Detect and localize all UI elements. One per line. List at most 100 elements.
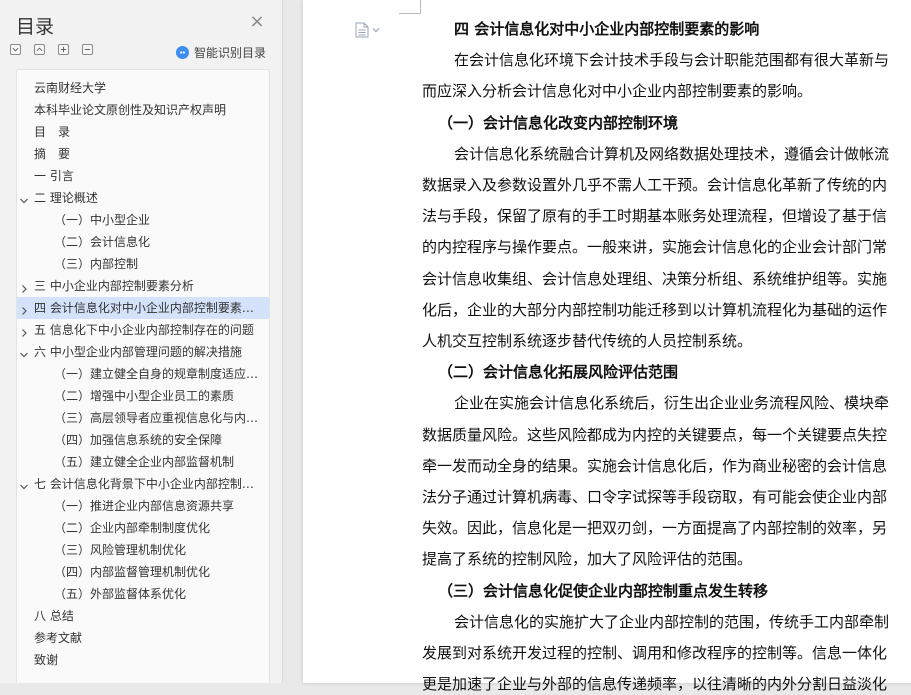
- paragraph-line: 更是加速了企业与外部的信息传递频率，以往清晰的内外分割日益淡化: [422, 675, 888, 694]
- doc-menu-button[interactable]: [355, 22, 380, 38]
- toc-item-label: （一）建立健全自身的规章制度适应信息化: [54, 367, 260, 381]
- smart-toc-label: 智能识别目录: [194, 45, 267, 60]
- toc-item-label: 四 会计信息化对中小企业内部控制要素的影响: [34, 301, 262, 315]
- paragraph-line: 会计信息收集组、会计信息处理组、决策分析组、系统维护组等。实施: [422, 269, 888, 288]
- toc-item-label: 六 中小型企业内部管理问题的解决措施: [34, 345, 242, 359]
- document-page: 四 会计信息化对中小企业内部控制要素的影响在会计信息化环境下会计技术手段与会计职…: [303, 0, 911, 693]
- chevron-down-icon[interactable]: [18, 192, 30, 204]
- expand-all-icon[interactable]: [10, 44, 21, 55]
- smart-toc-button[interactable]: 智能识别目录: [176, 43, 266, 61]
- toc-item-label: 八 总结: [34, 609, 74, 623]
- toc-item[interactable]: 目 录: [17, 121, 269, 143]
- toc-item[interactable]: （一）建立健全自身的规章制度适应信息化: [17, 363, 269, 385]
- toc-item-label: 云南财经大学: [34, 81, 107, 95]
- chevron-down-icon[interactable]: [18, 346, 30, 358]
- toc-item-label: （四）内部监督管理机制优化: [54, 565, 211, 579]
- smart-toc-icon: [176, 45, 189, 59]
- paragraph-line: 企业在实施会计信息化系统后，衍生出企业业务流程风险、模块牵: [454, 394, 890, 413]
- paragraph-line: 会计信息化系统融合计算机及网络数据处理技术，遵循会计做帐流: [454, 144, 890, 163]
- paragraph-line: 的内控程序与操作要点。一般来讲，实施会计信息化的企业会计部门常: [422, 238, 888, 257]
- toc-item[interactable]: 七 会计信息化背景下中小企业内部控制优化: [17, 473, 269, 495]
- paragraph-line: 会计信息化的实施扩大了企业内部控制的范围，传统手工内部牵制: [454, 612, 890, 631]
- toc-item-label: （一）推进企业内部信息资源共享: [54, 499, 235, 513]
- toc-item-label: （二）会计信息化: [54, 235, 151, 249]
- toc-item[interactable]: （五）建立健全企业内部监督机制: [17, 451, 269, 473]
- toc-item-label: 二 理论概述: [34, 191, 98, 205]
- toc-item[interactable]: （四）内部监督管理机制优化: [17, 561, 269, 583]
- toc-item[interactable]: （五）外部监督体系优化: [17, 583, 269, 605]
- toc-item[interactable]: 本科毕业论文原创性及知识产权声明: [17, 99, 269, 121]
- toc-item-label: 五 信息化下中小企业内部控制存在的问题: [34, 323, 254, 337]
- toc-item[interactable]: （二）企业内部牵制制度优化: [17, 517, 269, 539]
- paragraph-line: 而应深入分析会计信息化对中小企业内部控制要素的影响。: [422, 82, 813, 101]
- toc-item-label: （一）中小型企业: [54, 213, 151, 227]
- chevron-right-icon[interactable]: [18, 302, 30, 315]
- chevron-down-icon: [372, 28, 380, 33]
- close-icon[interactable]: ×: [249, 13, 265, 31]
- toc-item-label: 参考文献: [34, 631, 83, 645]
- toc-item-label: 三 中小企业内部控制要素分析: [34, 279, 194, 293]
- chevron-right-icon[interactable]: [18, 324, 30, 337]
- toc-item[interactable]: （四）加强信息系统的安全保障: [17, 429, 269, 451]
- paragraph-line: 发展到对系统开发过程的控制、调用和修改程序的控制等。信息一体化: [422, 644, 888, 662]
- paragraph-line: 人机交互控制系统逐步替代传统的人员控制系统。: [422, 332, 753, 350]
- toc-item[interactable]: 四 会计信息化对中小企业内部控制要素的影响: [17, 297, 269, 319]
- document-icon: [355, 22, 369, 38]
- paragraph-line: 化后，企业的大部分内部控制功能迁移到以计算机流程化为基础的运作: [422, 300, 888, 319]
- section-heading: （一）会计信息化改变内部控制环境: [438, 113, 679, 132]
- paragraph-line: 数据质量风险。这些风险都成为内控的关键要点，每一个关键要点失控: [422, 425, 888, 444]
- paragraph-line: 法与手段，保留了原有的手工时期基本账务处理流程，但增设了基于信: [422, 207, 888, 226]
- toc-item[interactable]: 摘 要: [17, 143, 269, 165]
- paragraph-line: 提高了系统的控制风险，加大了风险评估的范围。: [422, 550, 753, 569]
- toc-item[interactable]: 八 总结: [17, 605, 269, 627]
- chevron-down-icon[interactable]: [18, 478, 30, 490]
- toc-item-label: （二）企业内部牵制制度优化: [54, 521, 211, 535]
- paragraph-line: 数据录入及参数设置外几乎不需人工干预。会计信息化革新了传统的内: [422, 176, 888, 194]
- toc-item[interactable]: 五 信息化下中小企业内部控制存在的问题: [17, 319, 269, 341]
- toc-item-label: 目 录: [34, 125, 71, 139]
- toc-item[interactable]: 六 中小型企业内部管理问题的解决措施: [17, 341, 269, 363]
- toc-item-label: （五）外部监督体系优化: [54, 587, 187, 601]
- toc-item-label: （三）高层领导者应重视信息化与内部控制: [54, 411, 260, 425]
- toc-item-label: （三）风险管理机制优化: [54, 543, 187, 557]
- section-heading: （二）会计信息化拓展风险评估范围: [438, 363, 679, 382]
- toc-item-label: （五）建立健全企业内部监督机制: [54, 455, 235, 469]
- remove-item-icon[interactable]: [82, 44, 93, 55]
- sidebar-title: 目录: [16, 16, 55, 38]
- toc-item[interactable]: 致谢: [17, 649, 269, 671]
- toc-item-label: 摘 要: [34, 147, 71, 161]
- toc-item[interactable]: 云南财经大学: [17, 77, 269, 99]
- toc-item[interactable]: 一 引言: [17, 165, 269, 187]
- toc-item[interactable]: （一）推进企业内部信息资源共享: [17, 495, 269, 517]
- toc-list: 云南财经大学本科毕业论文原创性及知识产权声明目 录摘 要一 引言二 理论概述 （一…: [17, 77, 269, 671]
- toc-item[interactable]: 三 中小企业内部控制要素分析: [17, 275, 269, 297]
- toc-item-label: 一 引言: [34, 169, 74, 183]
- toc-item-label: 七 会计信息化背景下中小企业内部控制优化: [34, 477, 262, 491]
- section-heading: 四 会计信息化对中小企业内部控制要素的影响: [454, 20, 760, 38]
- toc-item[interactable]: （三）高层领导者应重视信息化与内部控制: [17, 407, 269, 429]
- toc-item[interactable]: （一）中小型企业: [17, 209, 269, 231]
- chevron-right-icon[interactable]: [18, 280, 30, 293]
- collapse-all-icon[interactable]: [34, 44, 45, 55]
- section-heading: （三）会计信息化促使企业内部控制重点发生转移: [438, 581, 769, 600]
- toc-item[interactable]: （三）内部控制: [17, 253, 269, 275]
- toc-item-label: （二）增强中小型企业员工的素质: [54, 389, 235, 403]
- toc-item[interactable]: （二）会计信息化: [17, 231, 269, 253]
- toc-sidebar: 目录 × 智能识别目录 云南财经大学本科毕业论文原创性及知识产权声明目 录摘 要…: [0, 0, 283, 683]
- toc-item[interactable]: （二）增强中小型企业员工的素质: [17, 385, 269, 407]
- margin-marker: [399, 13, 421, 14]
- document-area: 四 会计信息化对中小企业内部控制要素的影响在会计信息化环境下会计技术手段与会计职…: [283, 0, 911, 693]
- toc-item-label: 本科毕业论文原创性及知识产权声明: [34, 103, 227, 117]
- toc-panel: 云南财经大学本科毕业论文原创性及知识产权声明目 录摘 要一 引言二 理论概述 （一…: [16, 69, 270, 683]
- toc-item-label: （三）内部控制: [54, 257, 139, 271]
- paragraph-line: 牵一发而动全身的结果。实施会计信息化后，作为商业秘密的会计信息: [422, 456, 888, 475]
- paragraph-line: 在会计信息化环境下会计技术手段与会计职能范围都有很大革新与: [454, 51, 890, 70]
- toc-item[interactable]: 二 理论概述: [17, 187, 269, 209]
- add-item-icon[interactable]: [58, 44, 69, 55]
- paragraph-line: 失效。因此，信息化是一把双刃剑，一方面提高了内部控制的效率，另: [422, 519, 888, 538]
- toc-item-label: （四）加强信息系统的安全保障: [54, 433, 223, 447]
- margin-marker: [420, 0, 421, 14]
- paragraph-line: 法分子通过计算机病毒、口令字试探等手段窃取，有可能会使企业内部: [422, 488, 888, 506]
- toc-item[interactable]: （三）风险管理机制优化: [17, 539, 269, 561]
- toc-item[interactable]: 参考文献: [17, 627, 269, 649]
